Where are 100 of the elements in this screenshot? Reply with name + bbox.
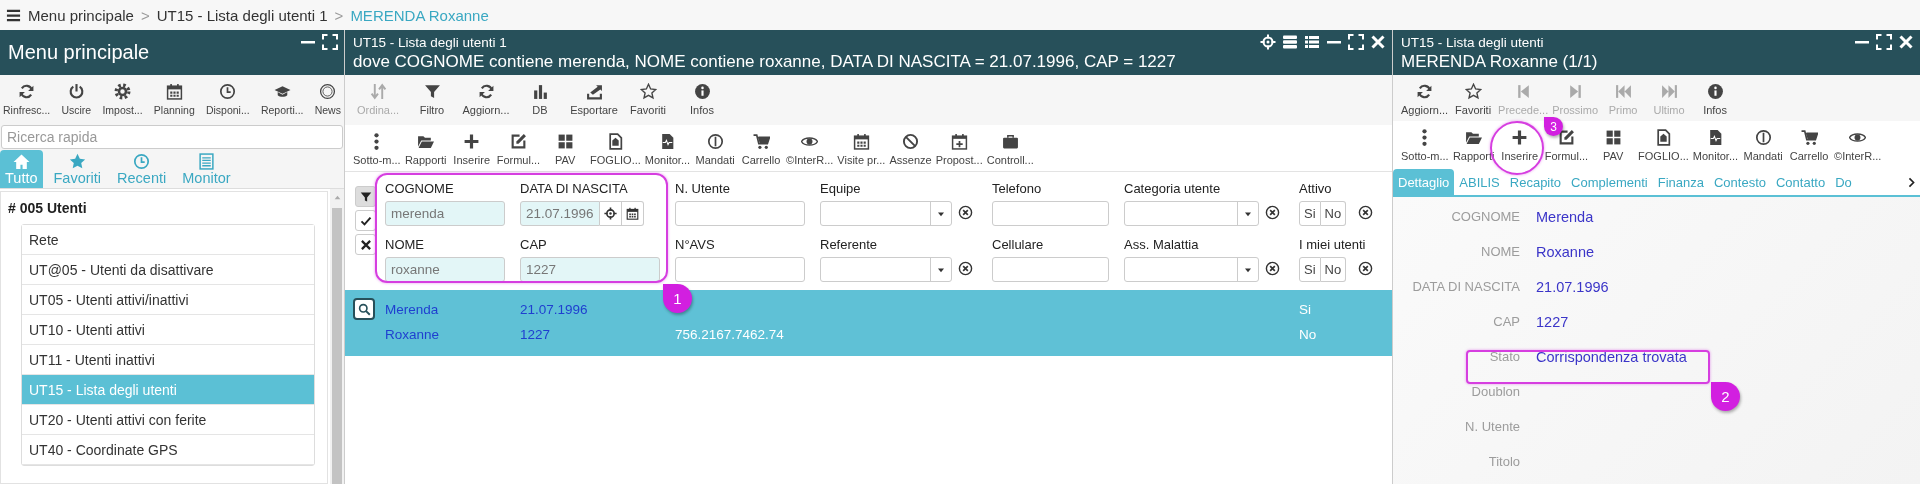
close-icon[interactable] <box>1898 34 1914 50</box>
toolbar-button[interactable]: Reporti... <box>259 81 305 118</box>
filter-button[interactable] <box>355 186 376 207</box>
toolbar-button[interactable]: Monitor... <box>1690 127 1741 164</box>
field-label: Doublon <box>1470 384 1520 399</box>
toolbar-button[interactable]: Rinfresc... <box>2 81 52 118</box>
toolbar-button[interactable]: Aggiorn... <box>459 81 513 118</box>
toggle-button[interactable]: Si <box>1299 201 1321 226</box>
text-field[interactable] <box>992 257 1109 282</box>
field-label: Attivo <box>1299 181 1333 196</box>
field-label: NOME <box>1480 244 1520 259</box>
circle-badge-icon <box>319 83 337 100</box>
reset-button[interactable] <box>355 234 376 255</box>
toolbar-button[interactable]: Favoriti <box>1450 81 1497 118</box>
toolbar-button[interactable]: Rapporti <box>402 131 449 168</box>
maximize-icon[interactable] <box>322 34 338 50</box>
text-field[interactable] <box>675 257 805 282</box>
calendar-icon <box>626 207 639 220</box>
text-field[interactable]: 1227 <box>520 257 660 282</box>
search-button[interactable] <box>353 298 375 320</box>
crosshair-icon[interactable] <box>1260 34 1276 50</box>
apply-button[interactable] <box>355 210 376 231</box>
circle-x-icon <box>1264 204 1280 220</box>
toggle-button[interactable]: Si <box>1299 257 1321 282</box>
text-field[interactable] <box>992 201 1109 226</box>
toolbar-button[interactable]: Carrello <box>738 131 785 168</box>
filter-icon <box>359 190 372 203</box>
table-cell-text: 756.2167.7462.74 <box>675 326 785 342</box>
toolbar-button[interactable]: Filtro <box>405 81 459 118</box>
date-field[interactable]: 21.07.1996 <box>520 201 600 226</box>
toolbar-button[interactable]: FOGLIO... <box>1636 127 1691 164</box>
circle-x-icon <box>1264 260 1280 276</box>
toolbar-button[interactable]: PAV <box>542 131 589 168</box>
toolbar-button[interactable]: ©InterR... <box>784 131 836 168</box>
star-icon <box>68 152 86 170</box>
field-value: Corrispondenza trovata <box>1536 348 1688 365</box>
locate-button[interactable] <box>600 201 622 226</box>
toolbar-button[interactable]: Inserire <box>1496 127 1543 164</box>
briefcase-icon <box>1001 133 1019 150</box>
text-field[interactable]: roxanne <box>385 257 505 282</box>
toolbar-button[interactable]: Assenze <box>887 131 934 168</box>
menu-item[interactable]: Rete <box>22 225 314 255</box>
table-cell-text: No <box>1299 326 1318 342</box>
breadcrumb-link[interactable]: Menu principale <box>28 6 134 24</box>
breadcrumb-link[interactable]: UT15 - Lista degli utenti 1 <box>156 6 328 24</box>
field-value: Merenda <box>1536 208 1595 225</box>
ban-icon <box>902 133 919 150</box>
toolbar-button[interactable]: Disponi... <box>204 81 251 118</box>
field-label: Telefono <box>992 181 1043 196</box>
text-field[interactable] <box>675 201 805 226</box>
toolbar-button[interactable]: PAV <box>1590 127 1637 164</box>
text-field[interactable]: merenda <box>385 201 505 226</box>
bar-chart-icon <box>531 83 549 100</box>
list-icon <box>197 152 215 170</box>
toolbar-button[interactable]: Favoriti <box>621 81 675 118</box>
toolbar-button[interactable]: Infos <box>675 81 729 118</box>
toolbar-button[interactable]: Esportare <box>567 81 621 118</box>
toolbar-button[interactable]: News <box>313 81 342 118</box>
menu-icon[interactable] <box>6 7 21 23</box>
toolbar-button[interactable]: Formul... <box>494 131 543 168</box>
dropdown-field[interactable] <box>1124 201 1259 226</box>
maximize-icon[interactable] <box>1348 34 1364 50</box>
toolbar-button[interactable]: Carrello <box>1786 127 1833 164</box>
toolbar-button[interactable]: Sotto-m... <box>351 131 403 168</box>
toolbar-button[interactable]: Uscire <box>60 81 93 118</box>
search-field[interactable]: Ricerca rapida <box>1 125 343 149</box>
toolbar-button[interactable]: Controll... <box>984 131 1036 168</box>
toolbar-button[interactable]: Infos <box>1692 81 1739 118</box>
toggle-button[interactable]: No <box>1320 257 1347 282</box>
toolbar-button[interactable]: Impost... <box>101 81 144 118</box>
toolbar-button[interactable]: Aggiorn... <box>1399 81 1451 118</box>
toolbar-button[interactable]: Inserire <box>448 131 495 168</box>
toolbar-button[interactable]: Visite pr... <box>835 131 888 168</box>
dropdown-field[interactable] <box>1124 257 1259 282</box>
field-label: CAP <box>520 237 548 252</box>
close-icon[interactable] <box>1370 34 1386 50</box>
toolbar-button[interactable]: FOGLIO... <box>588 131 643 168</box>
toolbar-button[interactable]: Sotto-m... <box>1399 127 1451 164</box>
table-cell-text: 21.07.1996 <box>520 301 589 317</box>
toolbar-button[interactable]: ©InterR... <box>1832 127 1884 164</box>
toolbar-button[interactable]: DB <box>513 81 567 118</box>
coin-icon <box>706 133 724 150</box>
toolbar-button[interactable]: Planning <box>152 81 196 118</box>
toolbar-button[interactable]: Mandati <box>692 131 739 168</box>
edit-icon <box>1557 129 1575 146</box>
dropdown-field[interactable] <box>820 257 952 282</box>
list-icon[interactable] <box>1304 34 1320 50</box>
toolbar-button[interactable]: Propost... <box>933 131 985 168</box>
toggle-button[interactable]: No <box>1320 201 1347 226</box>
maximize-icon[interactable] <box>1876 34 1892 50</box>
document-icon <box>606 133 624 150</box>
toolbar-button[interactable]: Mandati <box>1740 127 1787 164</box>
toolbar-button[interactable]: Monitor... <box>642 131 693 168</box>
scrollbar[interactable] <box>330 189 344 484</box>
server-icon[interactable] <box>1282 34 1298 50</box>
dropdown-field[interactable] <box>820 201 952 226</box>
circle-x-icon <box>1357 204 1373 220</box>
breadcrumb-separator: > <box>140 6 150 24</box>
calendar-icon <box>852 133 870 150</box>
calendar-button[interactable] <box>622 201 644 226</box>
